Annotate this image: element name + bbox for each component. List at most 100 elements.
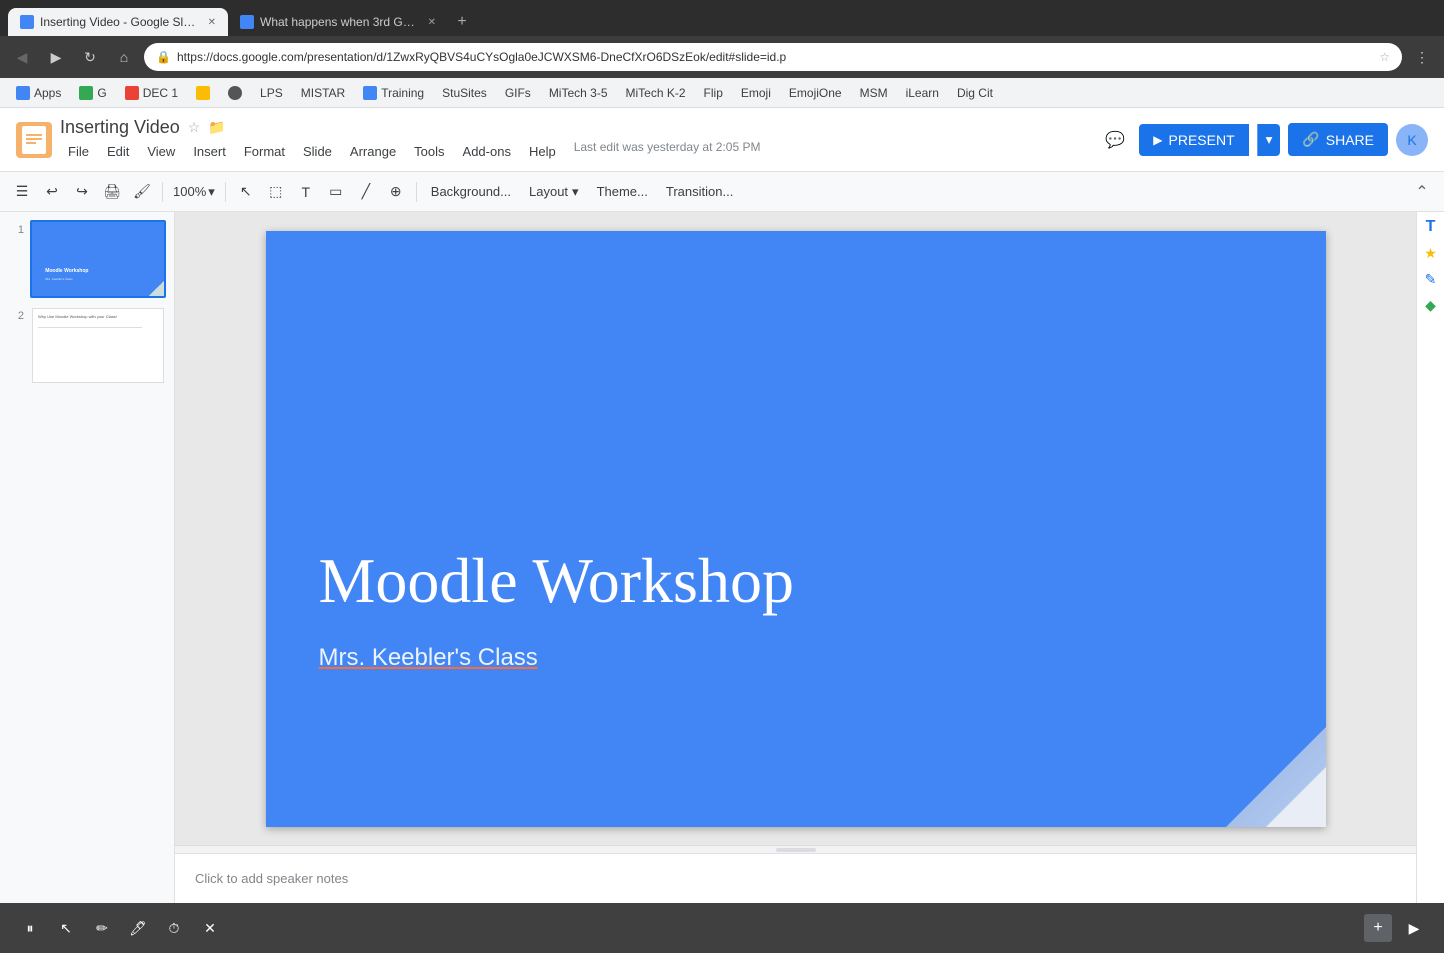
slide-main-title[interactable]: Moodle Workshop	[319, 544, 794, 618]
layout-label: Layout	[529, 184, 568, 199]
bookmark-emojione[interactable]: EmojiOne	[781, 81, 850, 105]
bookmark-ilearn[interactable]: iLearn	[898, 81, 947, 105]
reload-button[interactable]: ↻	[76, 43, 104, 71]
close-tab-2-icon[interactable]: ✕	[428, 17, 436, 28]
toolbar-menu-icon[interactable]: ☰	[8, 178, 36, 206]
toolbar-select-button[interactable]: ⬚	[262, 178, 290, 206]
tab-active[interactable]: Inserting Video - Google Slides ✕	[8, 8, 228, 36]
bookmark-flip[interactable]: Flip	[696, 81, 731, 105]
toolbar-line-button[interactable]: ╱	[352, 178, 380, 206]
nav-right-button[interactable]: ▶	[1400, 914, 1428, 942]
close-tab-1-icon[interactable]: ✕	[208, 17, 216, 28]
right-panel-btn-2[interactable]: ★	[1420, 242, 1442, 264]
home-button[interactable]: ⌂	[110, 43, 138, 71]
present-button[interactable]: ▶ PRESENT	[1139, 124, 1248, 156]
toolbar-textbox-button[interactable]: T	[292, 178, 320, 206]
toolbar-zoom-dropdown[interactable]: 100% ▾	[169, 184, 219, 200]
toolbar-redo-button[interactable]: ↪	[68, 178, 96, 206]
bookmarks-bar: Apps G DEC 1 LPS MISTAR Training StuSite…	[0, 78, 1444, 108]
bookmark-digcit[interactable]: Dig Cit	[949, 81, 1001, 105]
tab-title-2: What happens when 3rd Grade...	[260, 15, 418, 29]
pointer-button[interactable]: ↖	[52, 914, 80, 942]
extensions-button[interactable]: ⋮	[1408, 43, 1436, 71]
zoom-chevron-icon: ▾	[208, 184, 215, 200]
pen-button[interactable]: ✏	[88, 914, 116, 942]
back-button[interactable]: ◀	[8, 43, 36, 71]
bookmark-apps[interactable]: Apps	[8, 81, 69, 105]
notes-divider	[175, 845, 1416, 853]
slide-2-thumbnail[interactable]: Why Use Moodle Workshop with your Class!	[30, 306, 166, 384]
right-panel-btn-3[interactable]: ✎	[1420, 268, 1442, 290]
bookmark-msm[interactable]: MSM	[852, 81, 896, 105]
bookmark-lps[interactable]: LPS	[252, 81, 291, 105]
add-slide-button[interactable]: +	[1364, 914, 1392, 942]
bottom-controls-left: ⏸ ↖ ✏ 🖊 ⏱ ✕	[16, 914, 224, 942]
user-avatar[interactable]: K	[1396, 124, 1428, 156]
pause-button[interactable]: ⏸	[16, 914, 44, 942]
slide-1-thumbnail[interactable]: Moodle Workshop Mrs. Keebler's Class	[30, 220, 166, 298]
bookmark-mistar[interactable]: MISTAR	[293, 81, 353, 105]
present-dropdown-button[interactable]: ▾	[1257, 124, 1281, 156]
share-label: SHARE	[1326, 132, 1374, 148]
toolbar-shape-button[interactable]: ▭	[322, 178, 350, 206]
bookmark-stusites[interactable]: StuSites	[434, 81, 495, 105]
close-presentation-button[interactable]: ✕	[196, 914, 224, 942]
comment-button[interactable]: 💬	[1099, 124, 1131, 156]
toolbar: ☰ ↩ ↪ 🖨 🖌 100% ▾ ↖ ⬚ T ▭ ╱ ⊕ Background.…	[0, 172, 1444, 212]
toolbar-cursor-button[interactable]: ↖	[232, 178, 260, 206]
bookmark-g[interactable]: G	[71, 81, 114, 105]
menu-insert[interactable]: Insert	[185, 140, 234, 163]
menu-arrange[interactable]: Arrange	[342, 140, 404, 163]
tab-inactive[interactable]: What happens when 3rd Grade... ✕	[228, 8, 448, 36]
bookmark-mitechk2[interactable]: MiTech K-2	[618, 81, 694, 105]
menu-view[interactable]: View	[139, 140, 183, 163]
speaker-notes[interactable]: Click to add speaker notes	[175, 853, 1416, 903]
toolbar-paintformat-button[interactable]: 🖌	[128, 178, 156, 206]
menu-help[interactable]: Help	[521, 140, 564, 163]
bookmark-training[interactable]: Training	[355, 81, 432, 105]
background-button[interactable]: Background...	[423, 180, 519, 203]
new-tab-button[interactable]: +	[448, 8, 476, 36]
menu-addons[interactable]: Add-ons	[455, 140, 519, 163]
slide-subtitle[interactable]: Mrs. Keebler's Class	[319, 644, 538, 672]
toolbar-print-button[interactable]: 🖨	[98, 178, 126, 206]
star-icon[interactable]: ☆	[188, 119, 201, 136]
right-panel-btn-1[interactable]: T	[1420, 216, 1442, 238]
theme-button[interactable]: Theme...	[589, 180, 656, 203]
transition-button[interactable]: Transition...	[658, 180, 741, 203]
canvas-wrapper[interactable]: Moodle Workshop Mrs. Keebler's Class	[175, 212, 1416, 845]
doc-title: Inserting Video	[60, 117, 180, 138]
doc-title-area: Inserting Video ☆ 📁 File Edit View Inser…	[60, 117, 1091, 163]
highlighter-button[interactable]: 🖊	[124, 914, 152, 942]
layout-button[interactable]: Layout ▾	[521, 180, 587, 204]
right-panel-btn-4[interactable]: ◆	[1420, 294, 1442, 316]
speaker-notes-placeholder[interactable]: Click to add speaker notes	[195, 871, 348, 886]
folder-icon[interactable]: 📁	[208, 119, 225, 136]
bookmark-bookmark2[interactable]	[188, 81, 218, 105]
menu-edit[interactable]: Edit	[99, 140, 137, 163]
toolbar-undo-button[interactable]: ↩	[38, 178, 66, 206]
slide-1-container[interactable]: 1 Moodle Workshop Mrs. Keebler's Class	[8, 220, 166, 298]
share-button[interactable]: 🔗 SHARE	[1288, 123, 1388, 156]
collapse-toolbar-button[interactable]: ⌃	[1408, 178, 1436, 206]
slide-2-container[interactable]: 2 Why Use Moodle Workshop with your Clas…	[8, 306, 166, 384]
browser-chrome: Inserting Video - Google Slides ✕ What h…	[0, 0, 1444, 108]
toolbar-image-button[interactable]: ⊕	[382, 178, 410, 206]
bottom-bar: ⏸ ↖ ✏ 🖊 ⏱ ✕ + ▶	[0, 903, 1444, 953]
bookmark-gifs[interactable]: GIFs	[497, 81, 539, 105]
bookmark-emoji[interactable]: Emoji	[733, 81, 779, 105]
slide-canvas[interactable]: Moodle Workshop Mrs. Keebler's Class	[266, 231, 1326, 827]
theme-label: Theme...	[597, 184, 648, 199]
timer-button[interactable]: ⏱	[160, 914, 188, 942]
menu-file[interactable]: File	[60, 140, 97, 163]
address-bar[interactable]: 🔒 https://docs.google.com/presentation/d…	[144, 43, 1402, 71]
last-edit-text: Last edit was yesterday at 2:05 PM	[574, 140, 761, 163]
bookmark-dec1[interactable]: DEC 1	[117, 81, 186, 105]
bookmark-mitech35[interactable]: MiTech 3-5	[541, 81, 616, 105]
menu-format[interactable]: Format	[236, 140, 293, 163]
forward-button[interactable]: ▶	[42, 43, 70, 71]
bookmark-d[interactable]	[220, 81, 250, 105]
menu-slide[interactable]: Slide	[295, 140, 340, 163]
menu-tools[interactable]: Tools	[406, 140, 452, 163]
slide-1-thumb-bg: Moodle Workshop Mrs. Keebler's Class	[32, 222, 164, 296]
